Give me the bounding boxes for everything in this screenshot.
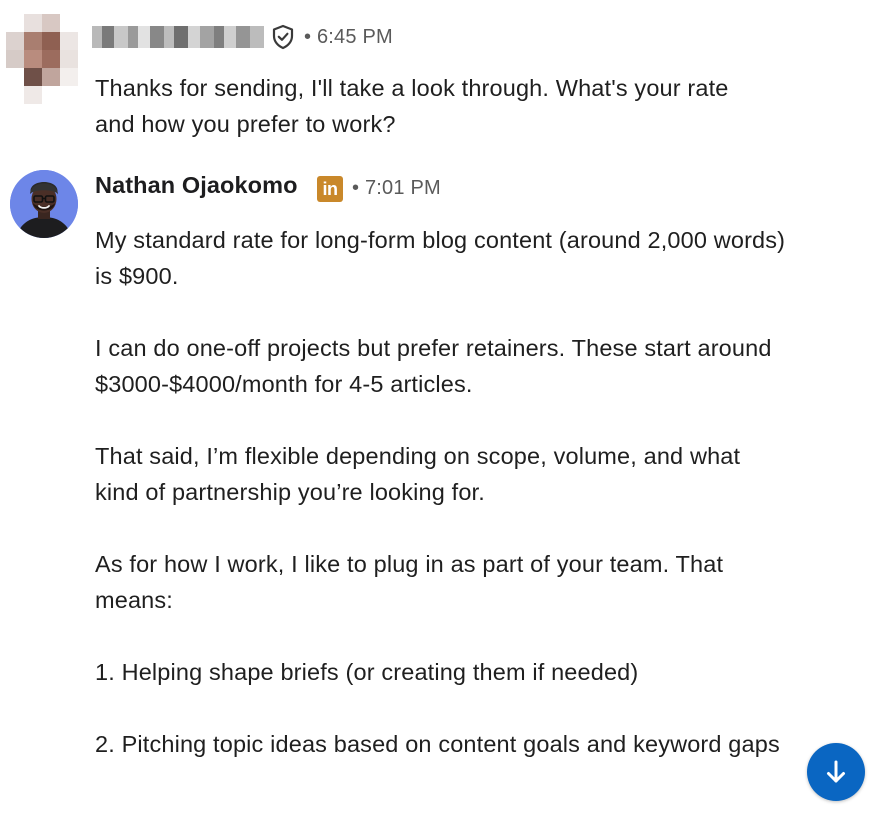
- message-timestamp: • 6:45 PM: [304, 26, 393, 48]
- linkedin-icon: in: [317, 176, 343, 202]
- message-paragraph: 1. Helping shape briefs (or creating the…: [95, 659, 639, 685]
- avatar[interactable]: [10, 170, 78, 238]
- sender-name[interactable]: Nathan Ojaokomo: [95, 172, 298, 199]
- message-paragraph: As for how I work, I like to plug in as …: [95, 551, 724, 613]
- message-paragraph: 2. Pitching topic ideas based on content…: [95, 731, 780, 757]
- shield-check-icon: [272, 24, 294, 50]
- message-body: My standard rate for long-form blog cont…: [95, 222, 795, 762]
- message-paragraph: I can do one-off projects but prefer ret…: [95, 335, 772, 397]
- person-photo-icon: [10, 170, 78, 238]
- message-paragraph: That said, I’m flexible depending on sco…: [95, 443, 741, 505]
- scroll-to-bottom-button[interactable]: [807, 743, 865, 801]
- message-paragraph: My standard rate for long-form blog cont…: [95, 227, 786, 289]
- avatar-redacted[interactable]: [6, 14, 78, 104]
- sender-name-redacted[interactable]: [92, 26, 264, 48]
- message-paragraph: Thanks for sending, I'll take a look thr…: [95, 75, 729, 137]
- message-body: Thanks for sending, I'll take a look thr…: [95, 70, 755, 142]
- arrow-down-icon: [827, 760, 845, 783]
- message-timestamp: • 7:01 PM: [352, 177, 441, 199]
